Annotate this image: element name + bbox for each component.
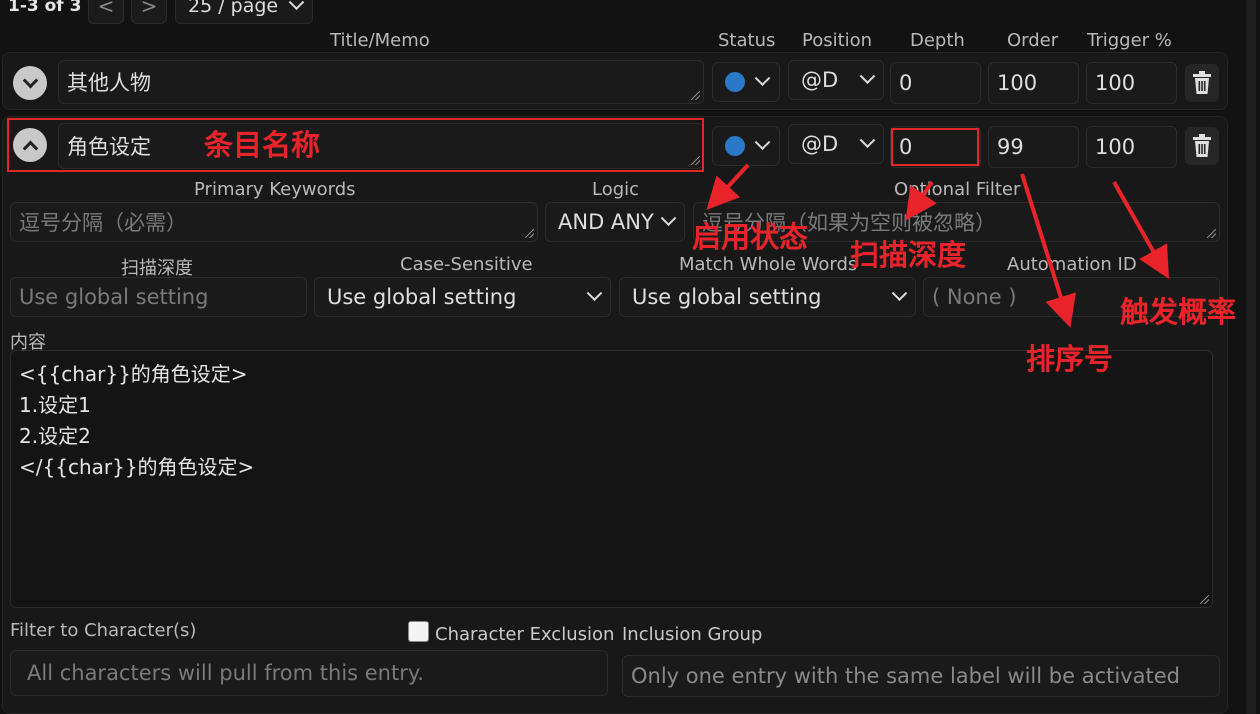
arrow-trigger-probability (1112, 181, 1169, 279)
arrow-scan-depth (905, 180, 937, 221)
arrow-order-number (1020, 173, 1077, 328)
arrow-enable-status (706, 163, 750, 210)
annotation-arrows (706, 163, 1169, 328)
